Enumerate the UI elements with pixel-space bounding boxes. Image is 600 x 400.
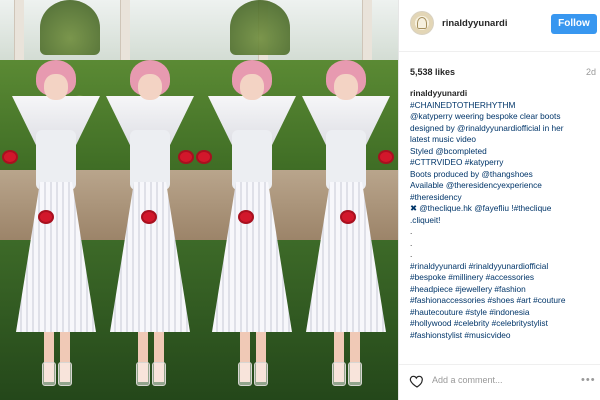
caption: rinaldyyunardi #CHAINEDTOTHERHYTHM @katype… [410, 88, 596, 358]
post-header: rinaldyyunardi Follow [399, 0, 600, 52]
rose [342, 212, 354, 222]
post-photo[interactable] [0, 0, 398, 400]
caption-line[interactable]: #headpiece #jewellery #fashion [410, 284, 596, 296]
caption-line[interactable]: #CHAINEDTOTHERHYTHM [410, 100, 596, 112]
likes-count[interactable]: 5,538 likes [410, 67, 455, 77]
more-options-icon[interactable]: ••• [581, 374, 596, 386]
post-age[interactable]: 2d [586, 67, 596, 77]
photo-palm [230, 0, 290, 55]
follow-button[interactable]: Follow [551, 14, 597, 34]
avatar-logo-icon [417, 17, 427, 29]
caption-line: . [410, 249, 413, 259]
caption-line[interactable]: #rinaldyyunardi #rinaldyyunardiofficial [410, 261, 596, 273]
caption-line[interactable]: @katyperry weering bespoke clear boots [410, 111, 596, 123]
caption-line[interactable]: #CTTRVIDEO #katyperry [410, 157, 596, 169]
rose [240, 212, 252, 222]
rose [198, 152, 210, 162]
photo-figure [298, 60, 394, 390]
caption-line[interactable]: latest music video [410, 134, 596, 146]
post-side-panel: rinaldyyunardi Follow 5,538 likes 2d rin… [399, 0, 600, 400]
caption-line[interactable]: ✖ @theclique.hk @fayefliu !#theclique [410, 203, 596, 215]
caption-line[interactable]: #hollywood #celebrity #celebritystylist [410, 318, 596, 330]
caption-line[interactable]: #fashionaccessories #shoes #art #couture [410, 295, 596, 307]
caption-line[interactable]: #bespoke #millinery #accessories [410, 272, 596, 284]
rose [180, 152, 192, 162]
caption-line[interactable]: Available @theresidencyexperience [410, 180, 596, 192]
rose [4, 152, 16, 162]
caption-line: rinaldyyunardi [410, 88, 468, 98]
caption-line[interactable]: Styled @bcompleted [410, 146, 596, 158]
caption-line[interactable]: #hautecouture #style #indonesia [410, 307, 596, 319]
caption-line[interactable]: .cliqueit! [410, 215, 596, 227]
rose [40, 212, 52, 222]
caption-line[interactable]: #theresidency [410, 192, 596, 204]
photo-figure [102, 60, 198, 390]
heart-icon[interactable] [409, 373, 425, 389]
caption-line[interactable]: #fashionstylist #musicvideo [410, 330, 596, 342]
avatar[interactable] [410, 11, 434, 35]
comment-input[interactable]: Add a comment... [432, 375, 503, 385]
caption-line: . [410, 226, 413, 236]
rose [143, 212, 155, 222]
photo-figure [204, 60, 300, 390]
caption-line[interactable]: designed by @rinaldyyunardiofficial in h… [410, 123, 596, 135]
rose [380, 152, 392, 162]
caption-line[interactable]: Boots produced by @thangshoes [410, 169, 596, 181]
photo-palm [40, 0, 100, 55]
username-link[interactable]: rinaldyyunardi [442, 18, 507, 29]
comment-bar: Add a comment... ••• [399, 364, 600, 400]
caption-line: . [410, 237, 413, 248]
photo-figure [8, 60, 104, 390]
